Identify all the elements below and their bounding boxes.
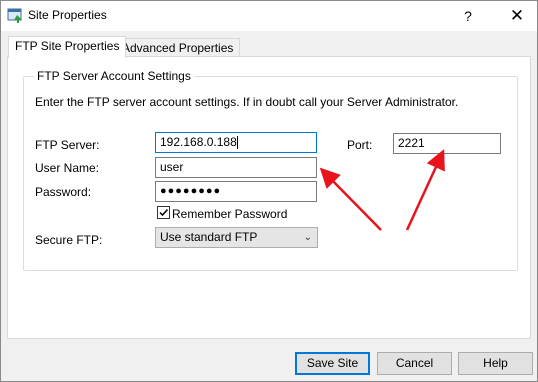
window-title: Site Properties xyxy=(28,8,107,22)
username-label: User Name: xyxy=(35,161,100,175)
ftp-server-input[interactable]: 192.168.0.188 xyxy=(155,132,317,153)
tab-panel: FTP Server Account Settings Enter the FT… xyxy=(7,56,531,339)
tab-advanced-properties[interactable]: Advanced Properties xyxy=(115,38,241,58)
instructions-text: Enter the FTP server account settings. I… xyxy=(35,95,459,109)
secure-ftp-label: Secure FTP: xyxy=(35,233,103,247)
save-site-button[interactable]: Save Site xyxy=(295,352,370,375)
remember-password-checkbox[interactable] xyxy=(157,206,170,219)
tab-ftp-site-properties[interactable]: FTP Site Properties xyxy=(8,36,127,58)
cancel-button[interactable]: Cancel xyxy=(377,352,452,375)
password-input[interactable]: ●●●●●●●● xyxy=(155,181,317,202)
site-properties-dialog: Site Properties ? ✕ FTP Site Properties … xyxy=(0,0,538,382)
remember-password-label[interactable]: Remember Password xyxy=(172,207,287,221)
text-caret xyxy=(236,136,238,150)
help-button[interactable]: Help xyxy=(458,352,533,375)
ftp-server-label: FTP Server: xyxy=(35,138,100,152)
chevron-down-icon: ⌄ xyxy=(303,232,312,243)
site-properties-app-icon xyxy=(7,8,22,23)
port-label: Port: xyxy=(347,138,373,152)
checkmark-icon xyxy=(159,208,169,217)
port-input[interactable]: 2221 xyxy=(393,133,501,154)
username-input[interactable]: user xyxy=(155,157,317,178)
close-button[interactable]: ✕ xyxy=(501,1,533,31)
title-bar: Site Properties ? ✕ xyxy=(1,1,537,31)
title-help-button[interactable]: ? xyxy=(453,1,483,31)
password-label: Password: xyxy=(35,185,92,199)
group-legend: FTP Server Account Settings xyxy=(34,69,194,83)
secure-ftp-select[interactable]: Use standard FTP ⌄ xyxy=(155,227,318,248)
